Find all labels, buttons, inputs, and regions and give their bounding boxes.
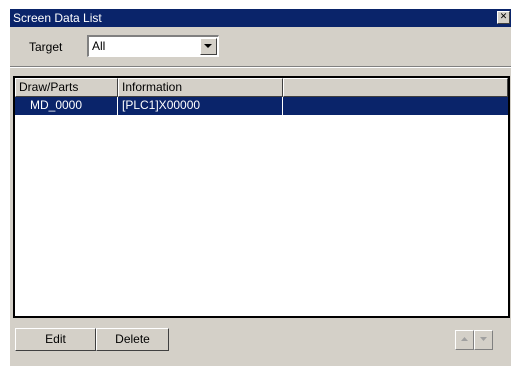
move-down-button[interactable] — [474, 330, 493, 350]
cell-information: [PLC1]X00000 — [118, 97, 283, 115]
separator — [10, 66, 511, 68]
delete-button[interactable]: Delete — [96, 328, 169, 351]
move-up-button[interactable] — [455, 330, 474, 350]
window-title: Screen Data List — [13, 11, 102, 25]
screen-data-list-window: Screen Data List ✕ Target All Draw/Parts… — [10, 9, 511, 366]
screen-data-table[interactable]: Draw/Parts Information MD_0000 [PLC1]X00… — [13, 76, 510, 318]
dropdown-arrow-button[interactable] — [200, 38, 217, 55]
table-header: Draw/Parts Information — [15, 78, 508, 97]
column-header-extra[interactable] — [283, 78, 508, 97]
column-header-information[interactable]: Information — [118, 78, 283, 97]
table-row[interactable]: MD_0000 [PLC1]X00000 — [15, 97, 508, 115]
cell-extra — [283, 97, 508, 115]
chevron-down-icon — [204, 44, 212, 48]
triangle-up-icon — [461, 337, 468, 341]
triangle-down-icon — [480, 337, 487, 341]
close-icon: ✕ — [499, 12, 508, 22]
title-bar[interactable]: Screen Data List ✕ — [10, 9, 511, 27]
target-label: Target — [29, 40, 63, 54]
cell-draw-parts: MD_0000 — [15, 97, 118, 115]
close-button[interactable]: ✕ — [497, 11, 510, 24]
target-dropdown[interactable]: All — [87, 35, 219, 57]
edit-button[interactable]: Edit — [15, 328, 96, 351]
target-dropdown-value: All — [92, 39, 106, 53]
column-header-draw-parts[interactable]: Draw/Parts — [15, 78, 118, 97]
